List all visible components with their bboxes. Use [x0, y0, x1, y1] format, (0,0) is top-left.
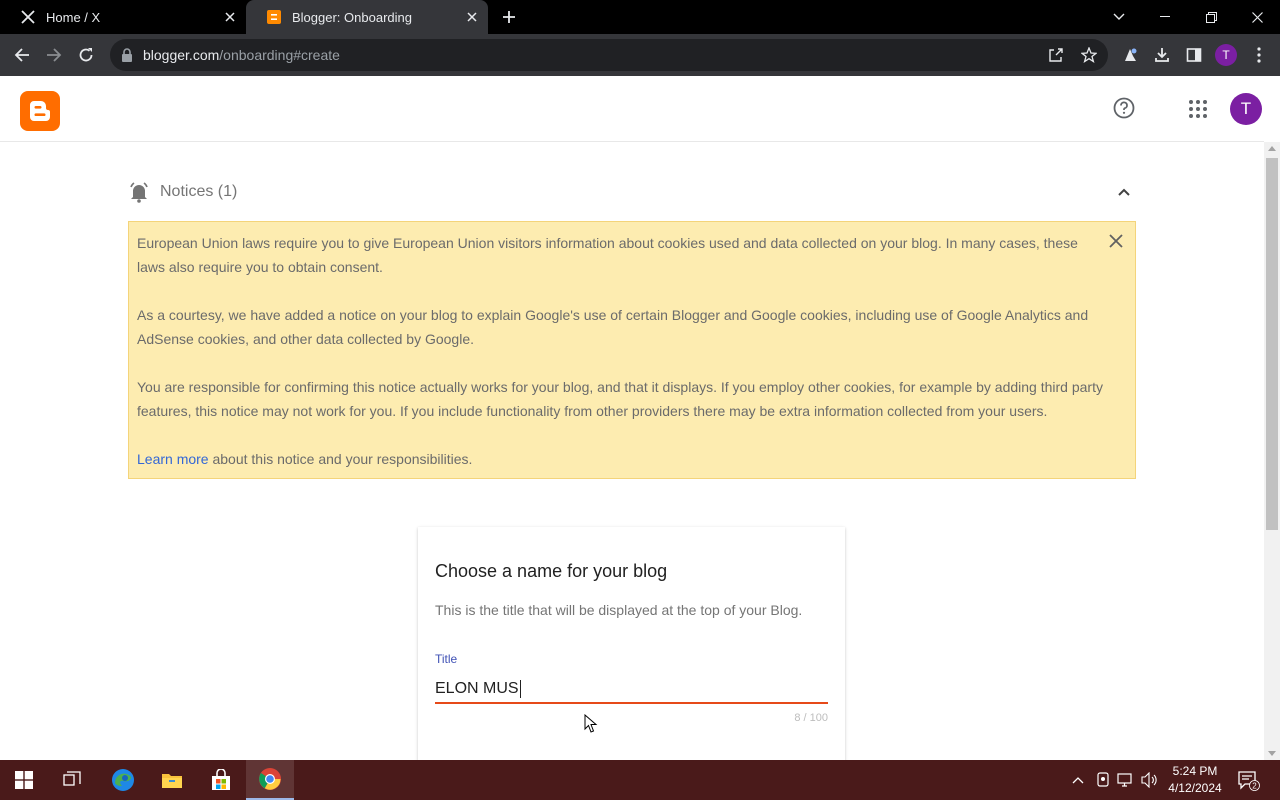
windows-taskbar: 5:24 PM 4/12/2024 2	[0, 760, 1280, 800]
cookie-notice: European Union laws require you to give …	[128, 221, 1136, 479]
tab-blogger-onboarding[interactable]: Blogger: Onboarding	[246, 0, 488, 34]
blogger-logo-icon[interactable]	[20, 91, 60, 131]
microsoft-store-icon[interactable]	[197, 760, 245, 800]
tab-title: Blogger: Onboarding	[292, 9, 412, 25]
bookmark-star-icon[interactable]	[1080, 46, 1098, 64]
meet-now-icon[interactable]	[1094, 771, 1112, 789]
url-host: blogger.com	[143, 47, 220, 63]
volume-icon[interactable]	[1141, 771, 1159, 789]
title-field-label: Title	[435, 652, 458, 666]
back-arrow-icon[interactable]	[9, 42, 35, 68]
mouse-cursor-icon	[584, 713, 598, 734]
page-content: T Notices (1) European Union laws requir…	[0, 76, 1280, 760]
dialog-subtext: This is the title that will be displayed…	[435, 602, 803, 618]
notice-paragraph: European Union laws require you to give …	[137, 235, 1078, 275]
blog-title-input[interactable]: ELON MUS	[435, 676, 828, 704]
show-hidden-icons-chevron-icon[interactable]	[1069, 771, 1087, 789]
restore-icon[interactable]	[1188, 0, 1234, 34]
character-counter: 8 / 100	[794, 712, 828, 724]
browser-menu-icon[interactable]	[1248, 44, 1270, 66]
reload-icon[interactable]	[73, 42, 99, 68]
tab-search-chevron-icon[interactable]	[1096, 0, 1142, 34]
notice-paragraph: You are responsible for confirming this …	[137, 379, 1103, 419]
close-window-icon[interactable]	[1234, 0, 1280, 34]
learn-more-suffix: about this notice and your responsibilit…	[208, 451, 473, 467]
close-tab-icon[interactable]	[462, 7, 482, 27]
minimize-icon[interactable]	[1142, 0, 1188, 34]
address-bar[interactable]: blogger.com/onboarding#create	[110, 39, 1108, 71]
extension-icon[interactable]	[1119, 44, 1141, 66]
windows-start-icon[interactable]	[0, 760, 48, 800]
system-clock[interactable]: 5:24 PM 4/12/2024	[1160, 763, 1230, 797]
new-tab-plus-icon[interactable]	[497, 6, 521, 28]
close-tab-icon[interactable]	[220, 7, 240, 27]
browser-tabstrip: Home / X Blogger: Onboarding	[0, 0, 1280, 34]
create-blog-dialog: Choose a name for your blog This is the …	[418, 527, 845, 760]
browser-profile-avatar[interactable]: T	[1215, 44, 1237, 66]
x-logo-icon	[20, 9, 36, 25]
task-view-icon[interactable]	[48, 760, 96, 800]
text-caret	[519, 680, 521, 698]
download-icon[interactable]	[1151, 44, 1173, 66]
notification-count: 2	[1252, 781, 1257, 790]
learn-more-link[interactable]: Learn more	[137, 451, 209, 467]
title-input-value: ELON MUS	[435, 680, 519, 697]
blogger-favicon-icon	[266, 9, 282, 25]
browser-toolbar: blogger.com/onboarding#create T	[0, 34, 1280, 76]
scroll-up-arrow-icon[interactable]	[1268, 146, 1276, 151]
bell-ringing-icon	[128, 181, 150, 203]
notification-center-icon[interactable]: 2	[1236, 768, 1260, 792]
dialog-heading: Choose a name for your blog	[435, 561, 668, 581]
clock-time: 5:24 PM	[1172, 764, 1218, 778]
tab-title: Home / X	[46, 9, 101, 25]
url-path: /onboarding#create	[219, 47, 340, 63]
blogger-app-bar: T	[0, 76, 1264, 142]
learn-more-line: Learn more about this notice and your re…	[137, 447, 1105, 471]
lock-icon	[121, 48, 135, 62]
notices-title: Notices (1)	[160, 183, 238, 200]
side-panel-icon[interactable]	[1183, 44, 1205, 66]
edge-browser-icon[interactable]	[99, 760, 147, 800]
help-icon[interactable]	[1112, 96, 1136, 120]
account-avatar[interactable]: T	[1230, 93, 1262, 125]
scrollbar-thumb[interactable]	[1266, 158, 1278, 530]
notices-header[interactable]: Notices (1)	[128, 180, 1136, 204]
file-explorer-icon[interactable]	[148, 760, 196, 800]
network-icon[interactable]	[1117, 771, 1135, 789]
page-scrollbar[interactable]	[1264, 142, 1280, 760]
clock-date: 4/12/2024	[1168, 781, 1222, 795]
tab-home-x[interactable]: Home / X	[0, 0, 246, 34]
dismiss-notice-icon[interactable]	[1107, 232, 1125, 250]
scroll-down-arrow-icon[interactable]	[1268, 751, 1276, 756]
collapse-chevron-icon[interactable]	[1116, 184, 1132, 200]
url-text: blogger.com/onboarding#create	[143, 47, 340, 63]
notice-paragraph: As a courtesy, we have added a notice on…	[137, 307, 1089, 347]
forward-arrow-icon[interactable]	[41, 42, 67, 68]
share-icon[interactable]	[1047, 46, 1065, 64]
google-apps-grid-icon[interactable]	[1186, 97, 1210, 121]
chrome-taskbar-icon[interactable]	[246, 760, 294, 800]
